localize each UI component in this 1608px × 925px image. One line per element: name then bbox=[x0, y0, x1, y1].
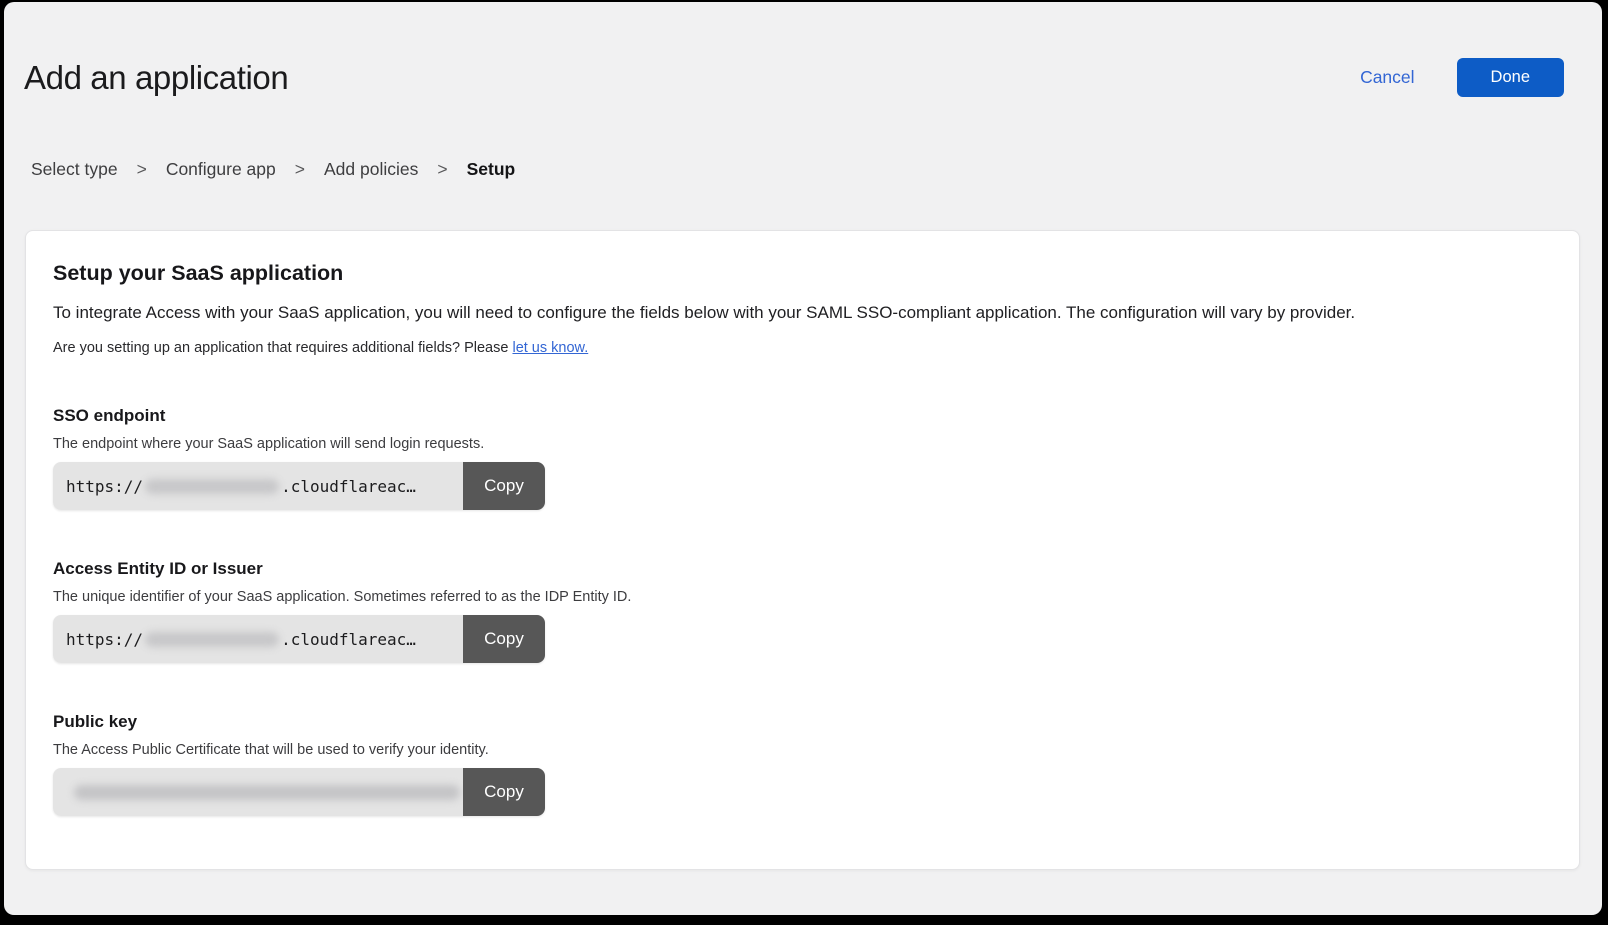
public-key-value bbox=[53, 768, 463, 816]
field-description: The unique identifier of your SaaS appli… bbox=[53, 589, 1551, 605]
cancel-button[interactable]: Cancel bbox=[1360, 67, 1414, 88]
header-actions: Cancel Done bbox=[1360, 58, 1564, 97]
breadcrumb-item-add-policies[interactable]: Add policies bbox=[324, 159, 418, 180]
redacted-certificate bbox=[74, 785, 460, 800]
setup-card: Setup your SaaS application To integrate… bbox=[25, 230, 1580, 870]
breadcrumb-separator: > bbox=[437, 159, 447, 180]
redacted-team-name bbox=[145, 479, 279, 494]
copy-button[interactable]: Copy bbox=[463, 462, 545, 510]
field-label: Access Entity ID or Issuer bbox=[53, 559, 1551, 579]
copy-button[interactable]: Copy bbox=[463, 768, 545, 816]
value-suffix: .cloudflareac… bbox=[281, 630, 416, 649]
breadcrumb: Select type > Configure app > Add polici… bbox=[31, 159, 1602, 180]
card-intro: To integrate Access with your SaaS appli… bbox=[53, 303, 1551, 323]
card-note: Are you setting up an application that r… bbox=[53, 340, 1551, 356]
field-label: Public key bbox=[53, 712, 1551, 732]
breadcrumb-item-configure-app[interactable]: Configure app bbox=[166, 159, 276, 180]
breadcrumb-item-select-type[interactable]: Select type bbox=[31, 159, 118, 180]
page-title: Add an application bbox=[24, 59, 288, 97]
access-entity-id-row: https:// .cloudflareac… Copy bbox=[53, 615, 545, 663]
access-entity-id-value: https:// .cloudflareac… bbox=[53, 615, 463, 663]
breadcrumb-separator: > bbox=[137, 159, 147, 180]
breadcrumb-separator: > bbox=[295, 159, 305, 180]
page-header: Add an application Cancel Done bbox=[4, 2, 1602, 97]
sso-endpoint-section: SSO endpoint The endpoint where your Saa… bbox=[53, 406, 1551, 510]
public-key-row: Copy bbox=[53, 768, 545, 816]
field-label: SSO endpoint bbox=[53, 406, 1551, 426]
access-entity-id-section: Access Entity ID or Issuer The unique id… bbox=[53, 559, 1551, 663]
redacted-team-name bbox=[145, 632, 279, 647]
sso-endpoint-value: https:// .cloudflareac… bbox=[53, 462, 463, 510]
card-title: Setup your SaaS application bbox=[53, 261, 1551, 286]
value-suffix: .cloudflareac… bbox=[281, 477, 416, 496]
note-text: Are you setting up an application that r… bbox=[53, 340, 512, 356]
app-window: Add an application Cancel Done Select ty… bbox=[4, 2, 1602, 915]
breadcrumb-item-setup: Setup bbox=[467, 159, 516, 180]
value-prefix: https:// bbox=[66, 477, 143, 496]
value-prefix: https:// bbox=[66, 630, 143, 649]
copy-button[interactable]: Copy bbox=[463, 615, 545, 663]
field-description: The Access Public Certificate that will … bbox=[53, 742, 1551, 758]
sso-endpoint-row: https:// .cloudflareac… Copy bbox=[53, 462, 545, 510]
done-button[interactable]: Done bbox=[1457, 58, 1564, 97]
let-us-know-link[interactable]: let us know. bbox=[512, 340, 588, 356]
public-key-section: Public key The Access Public Certificate… bbox=[53, 712, 1551, 816]
field-description: The endpoint where your SaaS application… bbox=[53, 436, 1551, 452]
